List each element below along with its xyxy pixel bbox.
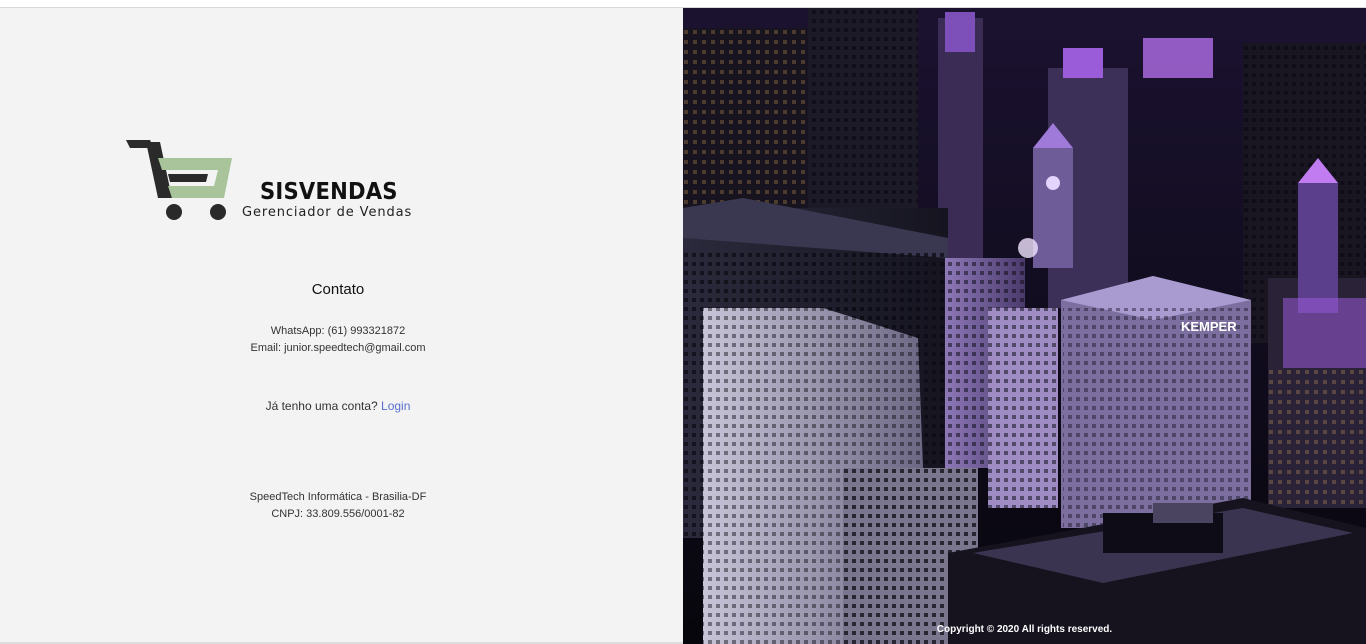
brand-logo: SISVENDAS Gerenciador de Vendas [124, 130, 414, 225]
login-prompt-line: Já tenho uma conta? Login [0, 399, 676, 413]
login-link[interactable]: Login [381, 399, 410, 413]
kemper-sign: KEMPER [1181, 319, 1237, 334]
brand-tagline: Gerenciador de Vendas [242, 205, 413, 220]
copyright-text: Copyright © 2020 All rights reserved. [936, 624, 1113, 635]
brand-name: SISVENDAS [260, 179, 398, 205]
city-skyline-image: KEMPER [683, 8, 1366, 644]
login-prompt-text: Já tenho uma conta? [265, 399, 378, 413]
left-panel: SISVENDAS Gerenciador de Vendas Contato … [0, 8, 683, 644]
company-name: SpeedTech Informática - Brasilia-DF [249, 491, 427, 503]
shopping-cart-icon [126, 140, 232, 220]
company-cnpj: CNPJ: 33.809.556/0001-82 [271, 508, 405, 520]
hero-image-panel: KEMPER Copyright © 2020 All rights reser… [683, 8, 1366, 644]
browser-top-edge [0, 0, 1366, 8]
contact-heading: Contato [311, 281, 365, 298]
whatsapp-text: WhatsApp: (61) 993321872 [270, 325, 406, 337]
email-text: Email: junior.speedtech@gmail.com [250, 342, 426, 354]
